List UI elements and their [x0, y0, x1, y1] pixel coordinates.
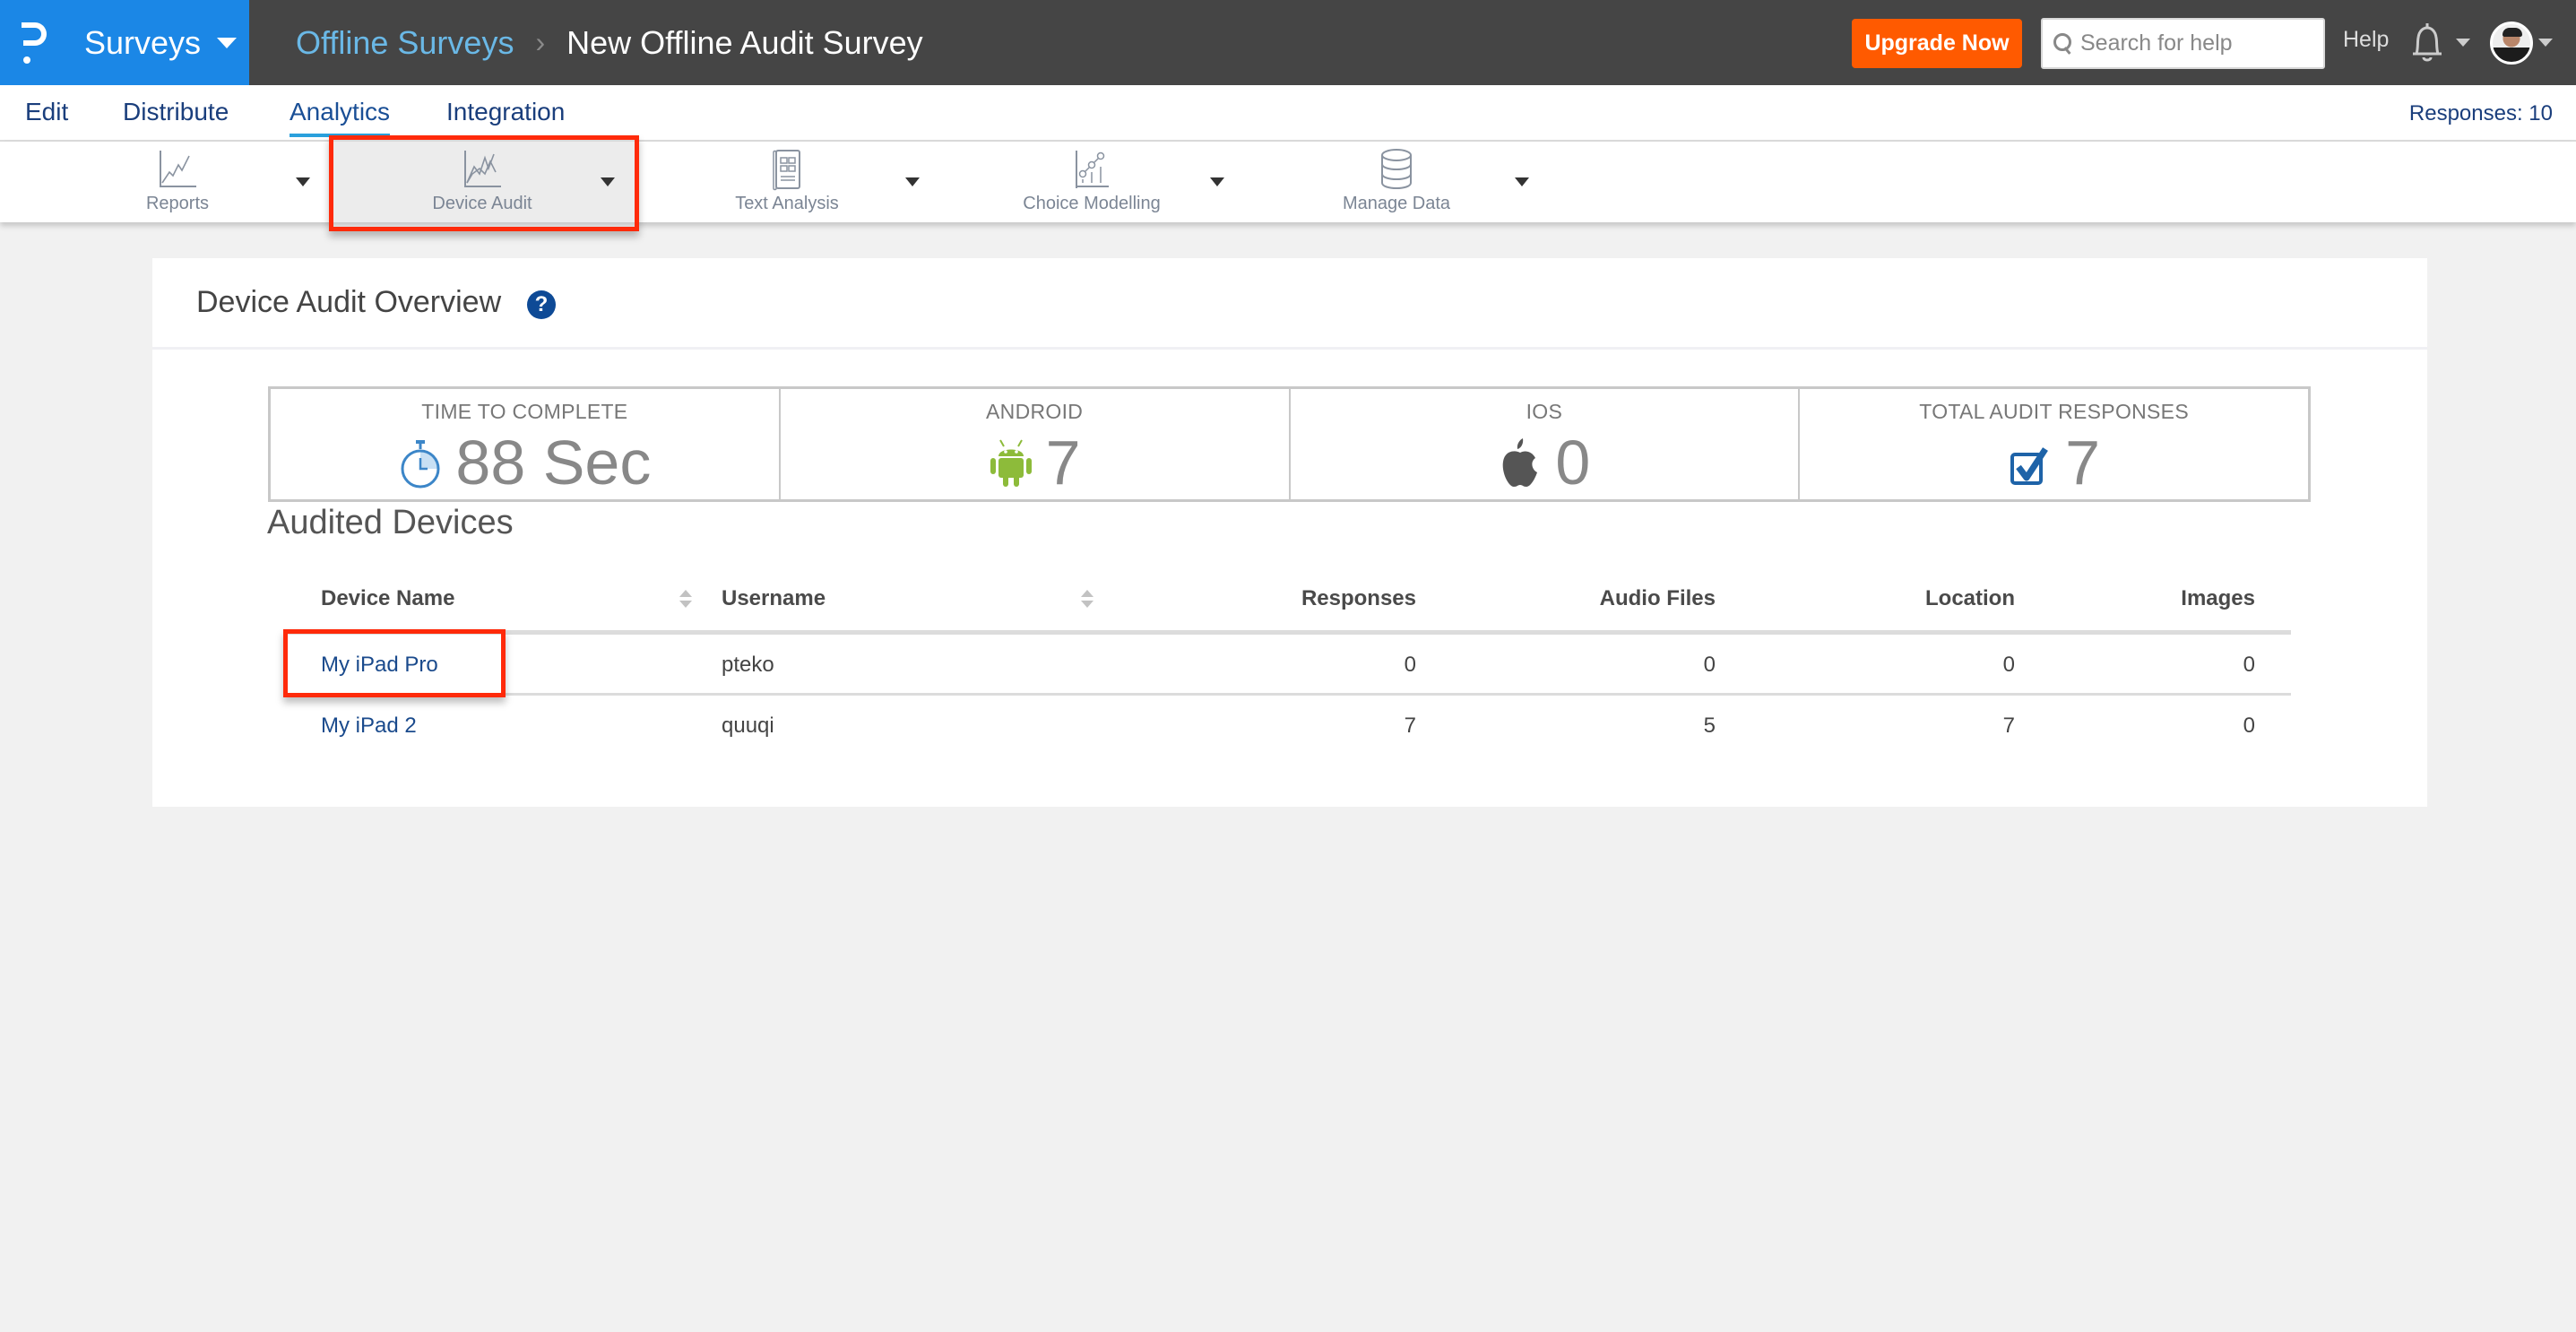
- user-avatar[interactable]: [2490, 22, 2533, 65]
- images-cell: 0: [2243, 653, 2255, 677]
- stat-value: 0: [1555, 428, 1591, 497]
- app-switcher[interactable]: Surveys: [0, 0, 249, 85]
- android-icon: [990, 439, 1032, 487]
- username-cell: pteko: [722, 653, 774, 677]
- stat-value: 88 Sec: [455, 428, 652, 497]
- toolbar-item-manage-data[interactable]: Manage Data: [1244, 142, 1549, 222]
- sort-icon[interactable]: [1081, 590, 1094, 610]
- audited-devices-table: Device Name Username Responses Audio Fil…: [285, 572, 2291, 757]
- primary-nav: Edit Distribute Analytics Integration Re…: [0, 85, 2576, 142]
- stat-android: ANDROID 7: [781, 389, 1291, 499]
- column-header-username[interactable]: Username: [722, 586, 826, 611]
- stat-label: IOS: [1526, 400, 1563, 423]
- upgrade-now-button[interactable]: Upgrade Now: [1852, 19, 2022, 68]
- card-header: Device Audit Overview ?: [152, 258, 2427, 350]
- table-header: Device Name Username Responses Audio Fil…: [285, 572, 2291, 635]
- username-cell: quuqi: [722, 714, 774, 738]
- audited-devices-title: Audited Devices: [267, 504, 514, 541]
- table-row: My iPad Pro pteko 0 0 0 0: [285, 635, 2291, 696]
- scatter-bar-chart-icon: [1076, 151, 1109, 188]
- manage-data-dropdown-icon[interactable]: [1515, 177, 1529, 186]
- breadcrumb-current-survey: New Offline Audit Survey: [566, 23, 923, 61]
- help-search-input[interactable]: [2080, 30, 2313, 56]
- notifications-bell-icon[interactable]: [2407, 20, 2447, 66]
- notifications-chevron-icon[interactable]: [2456, 39, 2470, 47]
- stats-summary: TIME TO COMPLETE 88 Sec ANDROID 7 IOS 0 …: [268, 386, 2311, 502]
- search-icon: [2052, 31, 2073, 56]
- top-bar: Surveys Offline Surveys › New Offline Au…: [0, 0, 2576, 85]
- images-cell: 0: [2243, 714, 2255, 738]
- stopwatch-icon: [401, 440, 440, 489]
- breadcrumb-offline-surveys[interactable]: Offline Surveys: [296, 24, 514, 62]
- user-menu-chevron-icon[interactable]: [2538, 39, 2553, 47]
- stat-value: 7: [1045, 428, 1081, 497]
- text-analysis-dropdown-icon[interactable]: [905, 177, 920, 186]
- toolbar-item-reports[interactable]: Reports: [25, 142, 330, 222]
- help-search: [2041, 18, 2325, 69]
- responses-count: Responses: 10: [2408, 101, 2553, 125]
- breadcrumb-separator: ›: [535, 26, 546, 58]
- responses-cell: 7: [1404, 714, 1416, 738]
- column-header-location: Location: [1925, 586, 2015, 610]
- document-grid-icon: [773, 150, 800, 191]
- stat-label: TIME TO COMPLETE: [421, 400, 628, 423]
- toolbar-label: Choice Modelling: [1023, 194, 1161, 213]
- multi-line-chart-icon: [464, 151, 501, 187]
- location-cell: 0: [2002, 653, 2015, 677]
- choice-modelling-dropdown-icon[interactable]: [1210, 177, 1224, 186]
- toolbar-label: Device Audit: [432, 194, 532, 213]
- tab-analytics[interactable]: Analytics: [290, 98, 391, 137]
- analytics-toolbar: Reports Device Audit Text Analysis Choic…: [0, 142, 2576, 222]
- line-chart-icon: [160, 151, 196, 187]
- tab-integration[interactable]: Integration: [446, 98, 565, 126]
- toolbar-item-device-audit[interactable]: Device Audit: [330, 142, 635, 222]
- device-name-link[interactable]: My iPad 2: [321, 714, 417, 739]
- location-cell: 7: [2002, 714, 2015, 738]
- column-header-images: Images: [2181, 586, 2255, 610]
- device-audit-card: Device Audit Overview ? TIME TO COMPLETE…: [152, 258, 2427, 807]
- stat-total-audit-responses: TOTAL AUDIT RESPONSES 7: [1800, 389, 2308, 499]
- toolbar-item-choice-modelling[interactable]: Choice Modelling: [939, 142, 1244, 222]
- apple-icon: [1503, 438, 1538, 487]
- device-audit-dropdown-icon[interactable]: [601, 177, 615, 186]
- device-name-link[interactable]: My iPad Pro: [321, 653, 438, 678]
- brand-logo-icon: [22, 22, 50, 64]
- page-title: Device Audit Overview: [196, 285, 502, 319]
- checkbox-icon: [2010, 447, 2049, 485]
- stat-ios: IOS 0: [1291, 389, 1801, 499]
- stat-label: ANDROID: [986, 400, 1084, 423]
- column-header-responses: Responses: [1301, 586, 1416, 610]
- help-link[interactable]: Help: [2343, 27, 2389, 53]
- column-header-audio-files: Audio Files: [1599, 586, 1716, 610]
- toolbar-label: Reports: [145, 194, 210, 213]
- table-row: My iPad 2 quuqi 7 5 7 0: [285, 696, 2291, 757]
- audio-files-cell: 0: [1703, 653, 1716, 677]
- reports-dropdown-icon[interactable]: [296, 177, 310, 186]
- audio-files-cell: 5: [1703, 714, 1716, 738]
- column-header-device-name[interactable]: Device Name: [321, 586, 454, 611]
- toolbar-item-text-analysis[interactable]: Text Analysis: [635, 142, 939, 222]
- help-icon[interactable]: ?: [527, 290, 556, 319]
- sort-icon[interactable]: [679, 590, 692, 610]
- stat-time-to-complete: TIME TO COMPLETE 88 Sec: [271, 389, 781, 499]
- toolbar-label: Manage Data: [1342, 194, 1451, 213]
- chevron-down-icon: [217, 37, 238, 48]
- tab-distribute[interactable]: Distribute: [123, 98, 229, 126]
- breadcrumb: Offline Surveys › New Offline Audit Surv…: [296, 0, 923, 85]
- app-name: Surveys: [84, 23, 202, 61]
- toolbar-label: Text Analysis: [735, 194, 839, 213]
- stat-value: 7: [2065, 428, 2101, 497]
- tab-edit[interactable]: Edit: [25, 98, 68, 126]
- stat-label: TOTAL AUDIT RESPONSES: [1919, 400, 2189, 423]
- database-icon: [1381, 149, 1412, 189]
- responses-cell: 0: [1404, 653, 1416, 677]
